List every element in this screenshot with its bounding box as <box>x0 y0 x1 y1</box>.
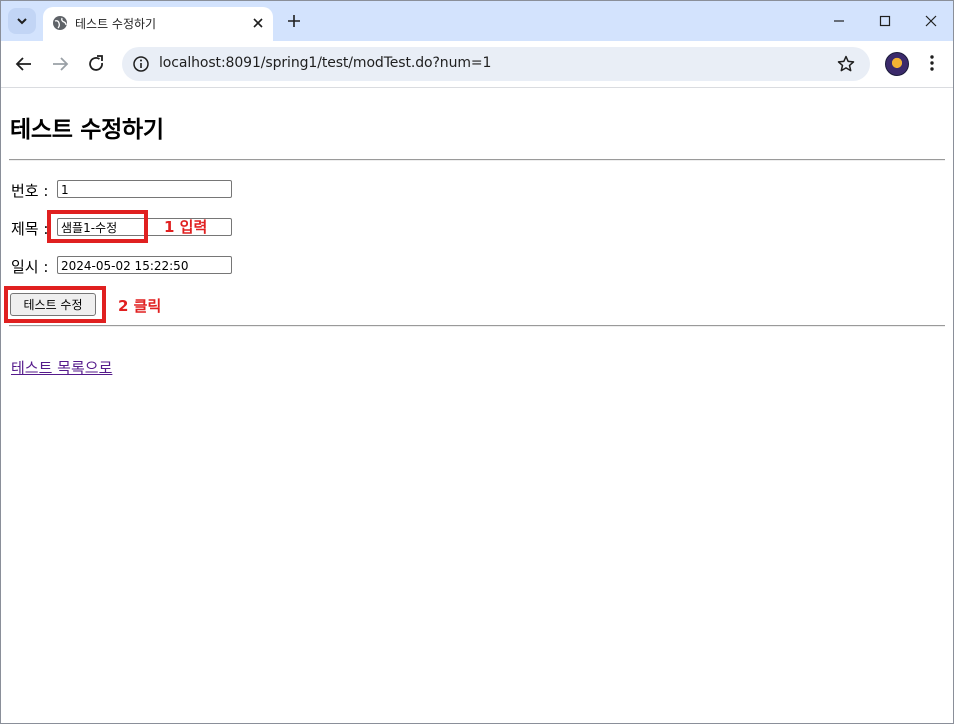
forward-icon[interactable] <box>48 52 72 76</box>
annotation-step1: 1 입력 <box>164 218 208 236</box>
annotation-box-submit <box>4 286 106 323</box>
profile-avatar[interactable] <box>885 52 909 76</box>
globe-icon <box>53 16 67 30</box>
annotation-step2: 2 클릭 <box>118 297 162 315</box>
annotation-box-title <box>47 210 148 243</box>
window-close-icon[interactable] <box>919 9 943 33</box>
maximize-icon[interactable] <box>873 9 897 33</box>
bookmark-star-icon[interactable] <box>836 54 856 74</box>
browser-window: 테스트 수정하기 localhost:8091/spring1/test/mod… <box>0 0 954 724</box>
address-bar[interactable]: localhost:8091/spring1/test/modTest.do?n… <box>122 47 870 81</box>
back-to-list-link[interactable]: 테스트 목록으로 <box>11 357 112 378</box>
tab-strip: 테스트 수정하기 <box>1 1 953 41</box>
chevron-down-icon <box>17 18 27 25</box>
divider-bottom <box>9 325 945 327</box>
reload-icon[interactable] <box>84 52 108 76</box>
browser-toolbar: localhost:8091/spring1/test/modTest.do?n… <box>1 41 953 88</box>
num-field[interactable]: 1 <box>57 180 232 198</box>
date-label: 일시 : <box>11 258 49 276</box>
site-info-icon[interactable] <box>132 55 150 73</box>
close-icon[interactable] <box>250 15 266 31</box>
tab-search-button[interactable] <box>8 8 36 34</box>
active-tab[interactable]: 테스트 수정하기 <box>43 7 273 41</box>
plus-icon[interactable] <box>284 11 304 31</box>
tab-title: 테스트 수정하기 <box>75 17 157 31</box>
title-label: 제목 : <box>11 220 49 238</box>
url-text[interactable]: localhost:8091/spring1/test/modTest.do?n… <box>159 55 491 71</box>
date-field[interactable]: 2024-05-02 15:22:50 <box>57 256 232 274</box>
num-label: 번호 : <box>11 182 49 200</box>
page-title: 테스트 수정하기 <box>10 117 164 143</box>
divider-top <box>9 159 945 161</box>
page-content: 테스트 수정하기 번호 : 1 제목 : 샘플1-수정 일시 : 2024-05… <box>1 88 953 723</box>
minimize-icon[interactable] <box>827 9 851 33</box>
back-icon[interactable] <box>12 52 36 76</box>
kebab-menu-icon[interactable] <box>922 53 942 73</box>
